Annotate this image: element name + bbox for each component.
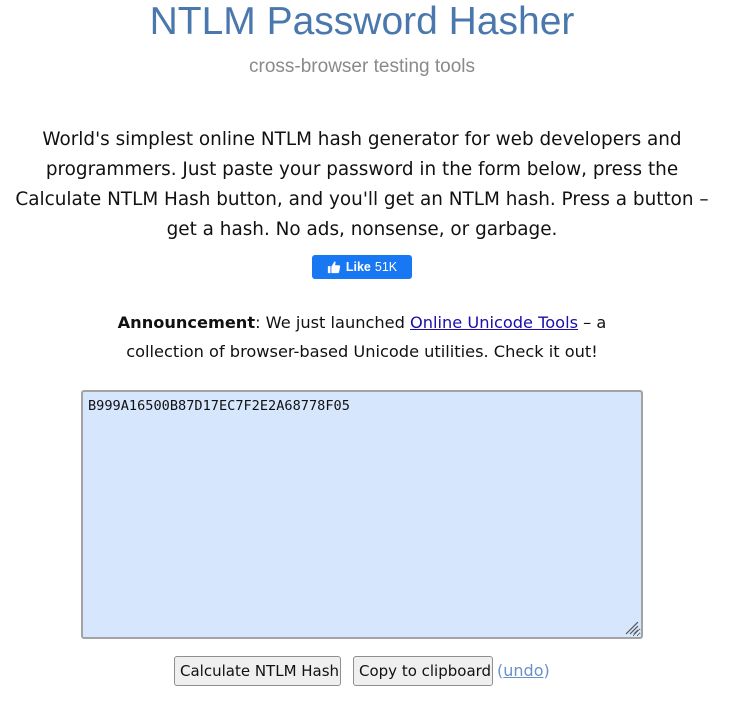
- page-title: NTLM Password Hasher: [149, 0, 575, 43]
- undo-control: (undo): [497, 660, 550, 682]
- announcement-heading: Announcement: [117, 313, 256, 332]
- hash-output-textarea[interactable]: [81, 390, 643, 639]
- page-subtitle: cross-browser testing tools: [249, 56, 475, 77]
- announcement-text-after: – a: [578, 313, 607, 332]
- online-unicode-tools-link[interactable]: Online Unicode Tools: [410, 313, 578, 332]
- intro-line: Calculate NTLM Hash button, and you'll g…: [15, 189, 709, 210]
- facebook-like-button[interactable]: Like 51K: [312, 255, 412, 279]
- announcement-text: : We just launched: [255, 313, 410, 332]
- announcement-line-1: Announcement: We just launched Online Un…: [0, 308, 724, 337]
- undo-link[interactable]: undo: [503, 661, 543, 680]
- like-count: 51K: [374, 260, 398, 274]
- announcement: Announcement: We just launched Online Un…: [0, 308, 724, 366]
- calculate-ntlm-hash-button[interactable]: Calculate NTLM Hash: [174, 656, 341, 686]
- intro-line: get a hash. No ads, nonsense, or garbage…: [166, 219, 558, 240]
- like-label: Like: [345, 260, 371, 274]
- intro-line: World's simplest online NTLM hash genera…: [42, 129, 682, 150]
- undo-close-paren: ): [543, 661, 550, 680]
- intro-text: World's simplest online NTLM hash genera…: [0, 125, 724, 245]
- intro-line: programmers. Just paste your password in…: [45, 159, 679, 180]
- thumbs-up-icon: [327, 261, 341, 274]
- announcement-line-2: collection of browser-based Unicode util…: [126, 342, 598, 361]
- copy-to-clipboard-button[interactable]: Copy to clipboard: [353, 656, 493, 686]
